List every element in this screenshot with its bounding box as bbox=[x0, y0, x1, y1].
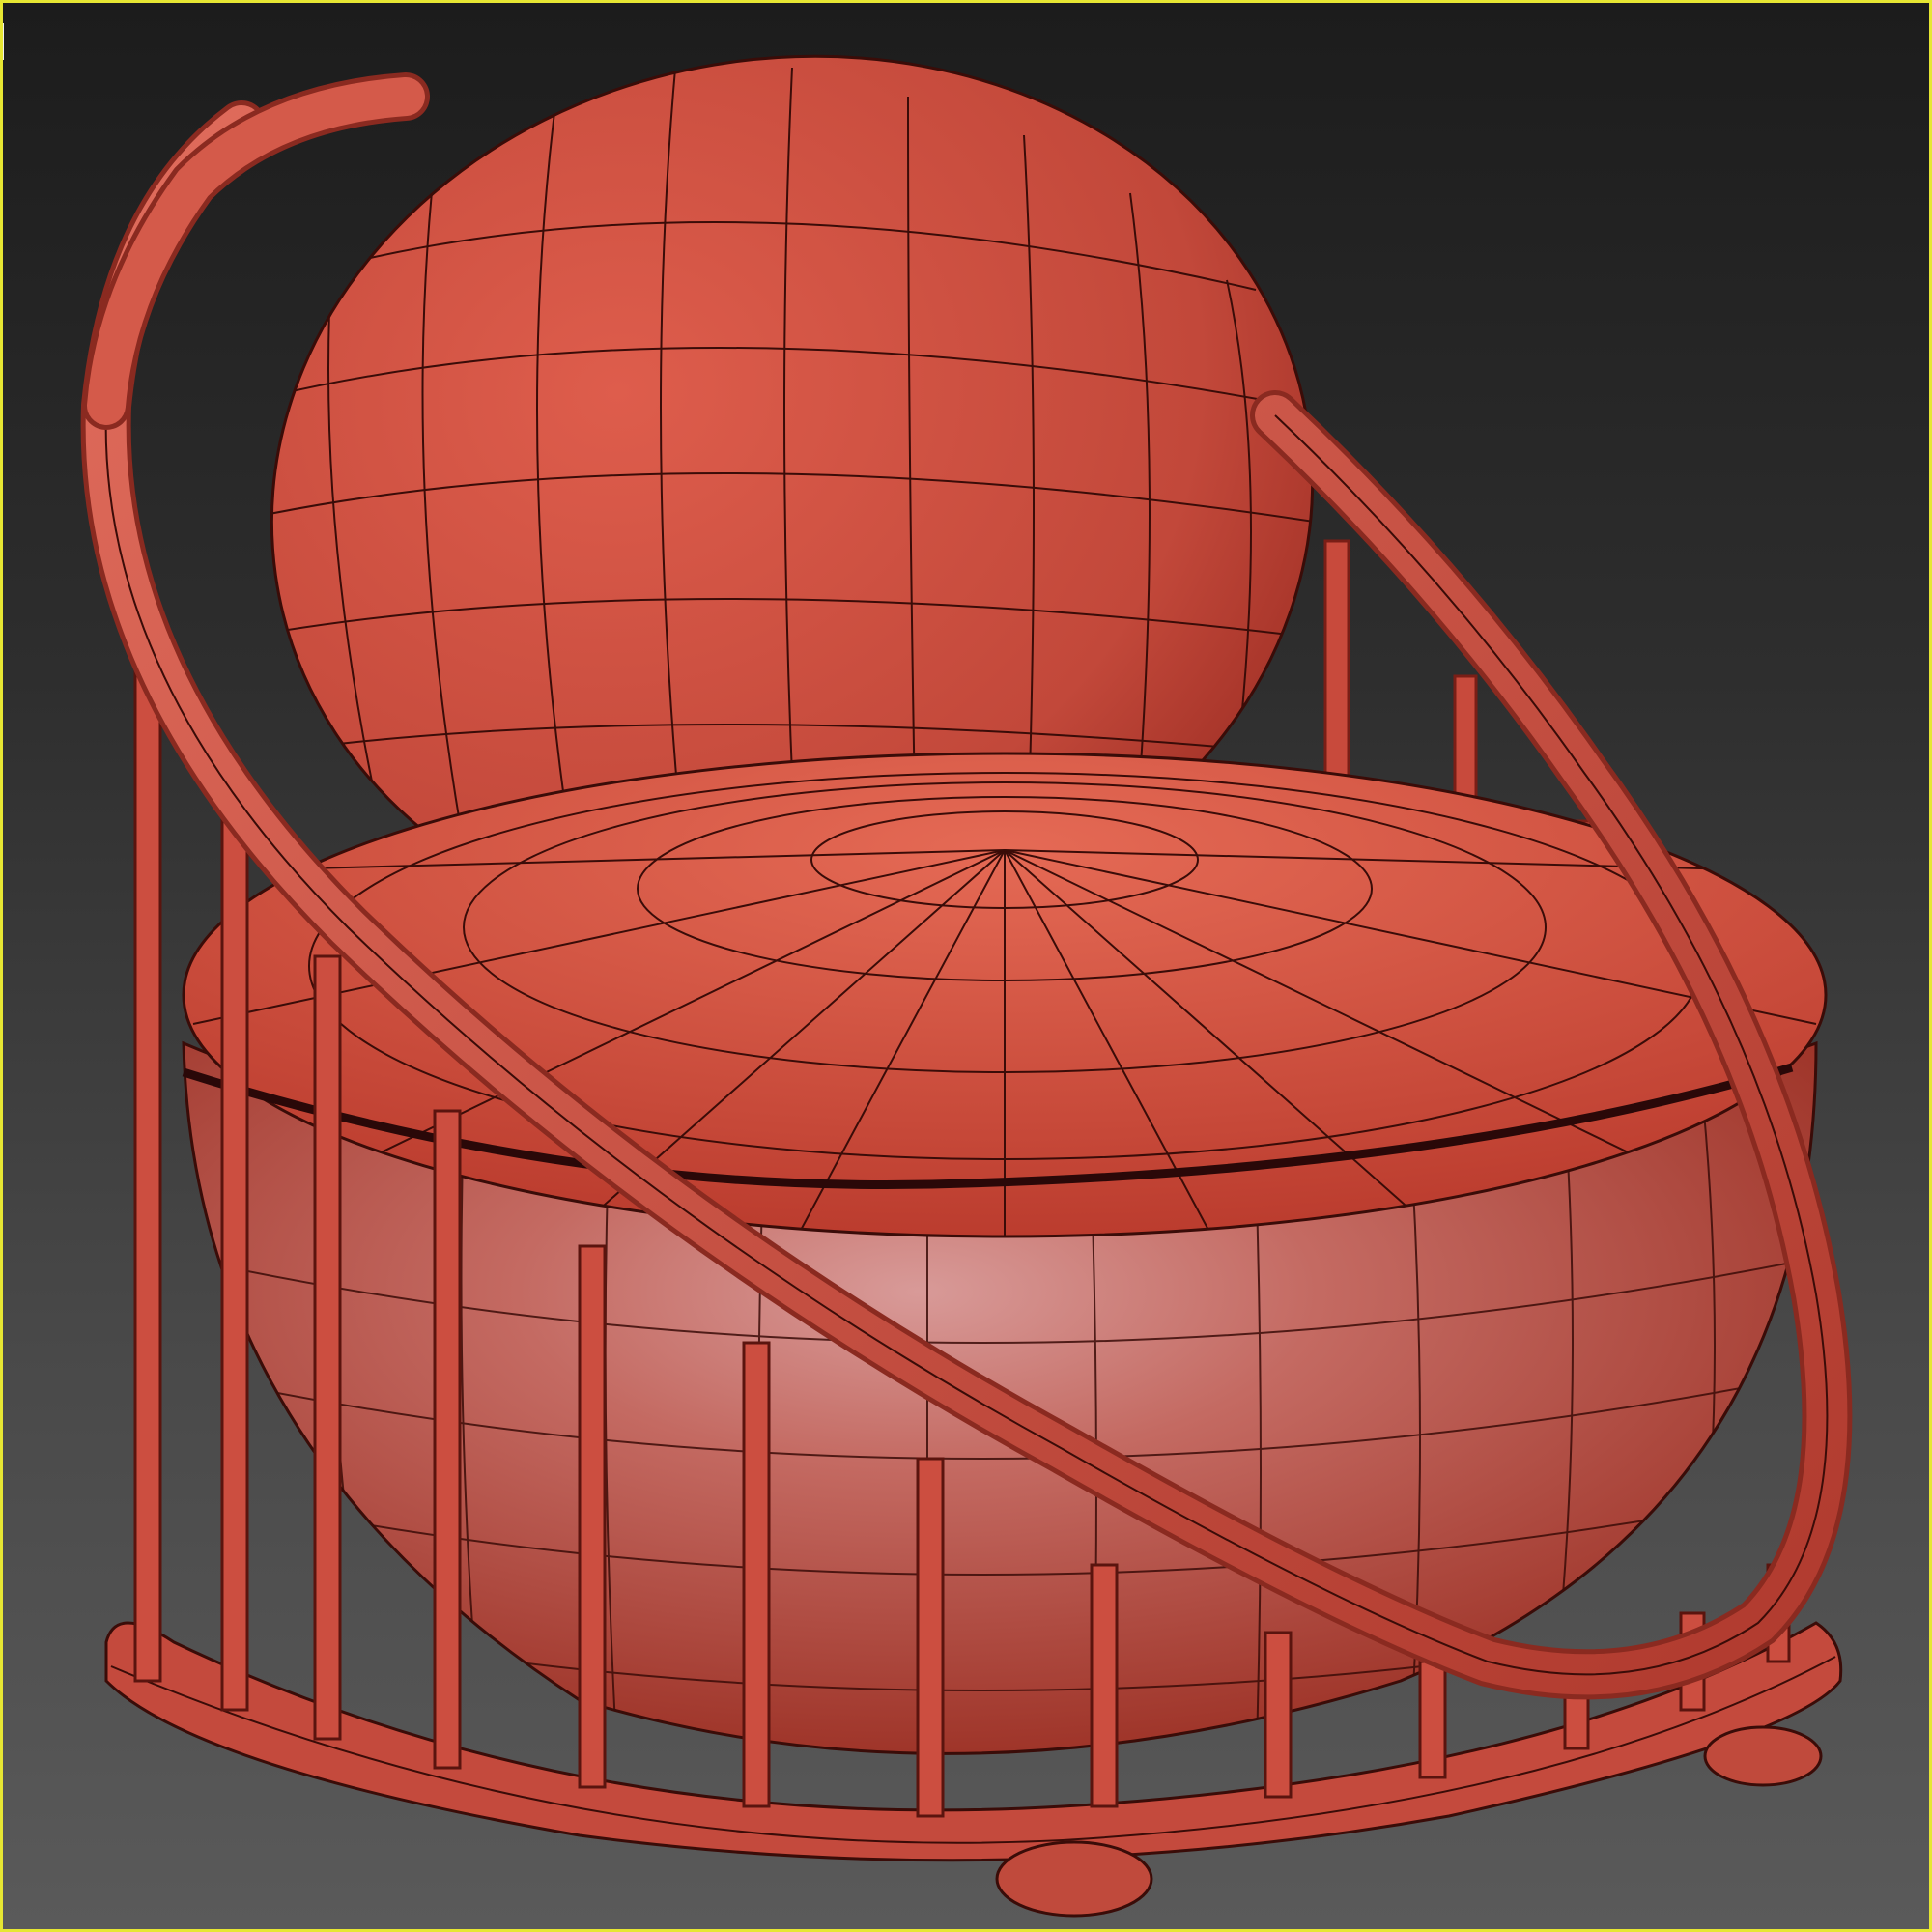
viewport-label-marker bbox=[0, 23, 4, 60]
3d-viewport[interactable] bbox=[0, 0, 1932, 1932]
chair-model-render[interactable] bbox=[0, 0, 1932, 1932]
foot-front bbox=[995, 1840, 1153, 1918]
foot-right bbox=[1703, 1725, 1823, 1787]
